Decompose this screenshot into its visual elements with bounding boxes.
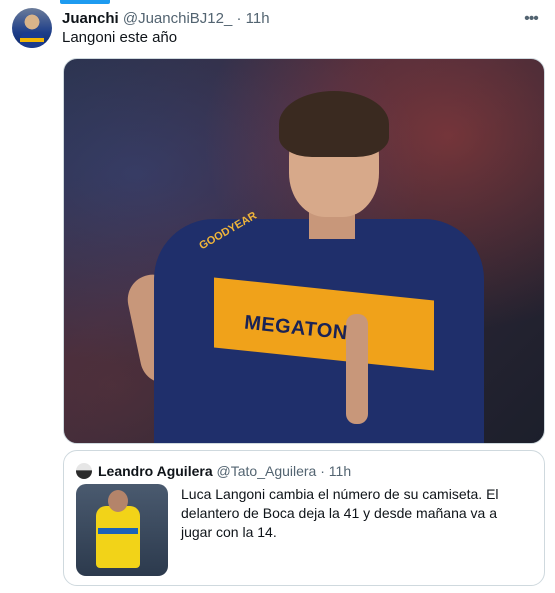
header-separator: · xyxy=(236,10,242,27)
quoted-header-separator: · xyxy=(320,463,325,479)
author-avatar[interactable] xyxy=(12,8,52,48)
author-name[interactable]: Juanchi xyxy=(62,10,119,27)
quoted-tweet-thumbnail xyxy=(76,484,168,576)
tweet-header: Juanchi @JuanchiBJ12_ · 11h xyxy=(62,9,543,29)
thumbnail-jersey-stripe xyxy=(98,528,138,534)
quoted-author-avatar xyxy=(76,463,92,479)
quoted-author-handle: @Tato_Aguilera xyxy=(216,463,317,479)
avatar-stripe xyxy=(20,38,44,42)
thumbnail-player-jersey xyxy=(96,506,140,568)
media-player-hair xyxy=(279,91,389,157)
quoted-tweet-text: Luca Langoni cambia el número de su cami… xyxy=(181,486,499,540)
quoted-tweet-header: Leandro Aguilera @Tato_Aguilera · 11h xyxy=(98,461,351,481)
tweet-text: Langoni este año xyxy=(62,29,178,46)
thumbnail-player-head xyxy=(108,490,128,512)
quoted-tweet[interactable]: Leandro Aguilera @Tato_Aguilera · 11h Lu… xyxy=(63,450,545,586)
quoted-tweet-timestamp: 11h xyxy=(328,463,352,479)
more-options-icon[interactable]: ••• xyxy=(521,9,541,29)
author-handle[interactable]: @JuanchiBJ12_ xyxy=(123,10,232,27)
tweet-timestamp[interactable]: 11h xyxy=(246,10,270,27)
active-tab-indicator xyxy=(60,0,110,4)
media-player-arm-right xyxy=(346,314,368,424)
tweet-media-image[interactable]: GOODYEAR MEGATON xyxy=(63,58,545,444)
quoted-author-name: Leandro Aguilera xyxy=(98,463,213,479)
